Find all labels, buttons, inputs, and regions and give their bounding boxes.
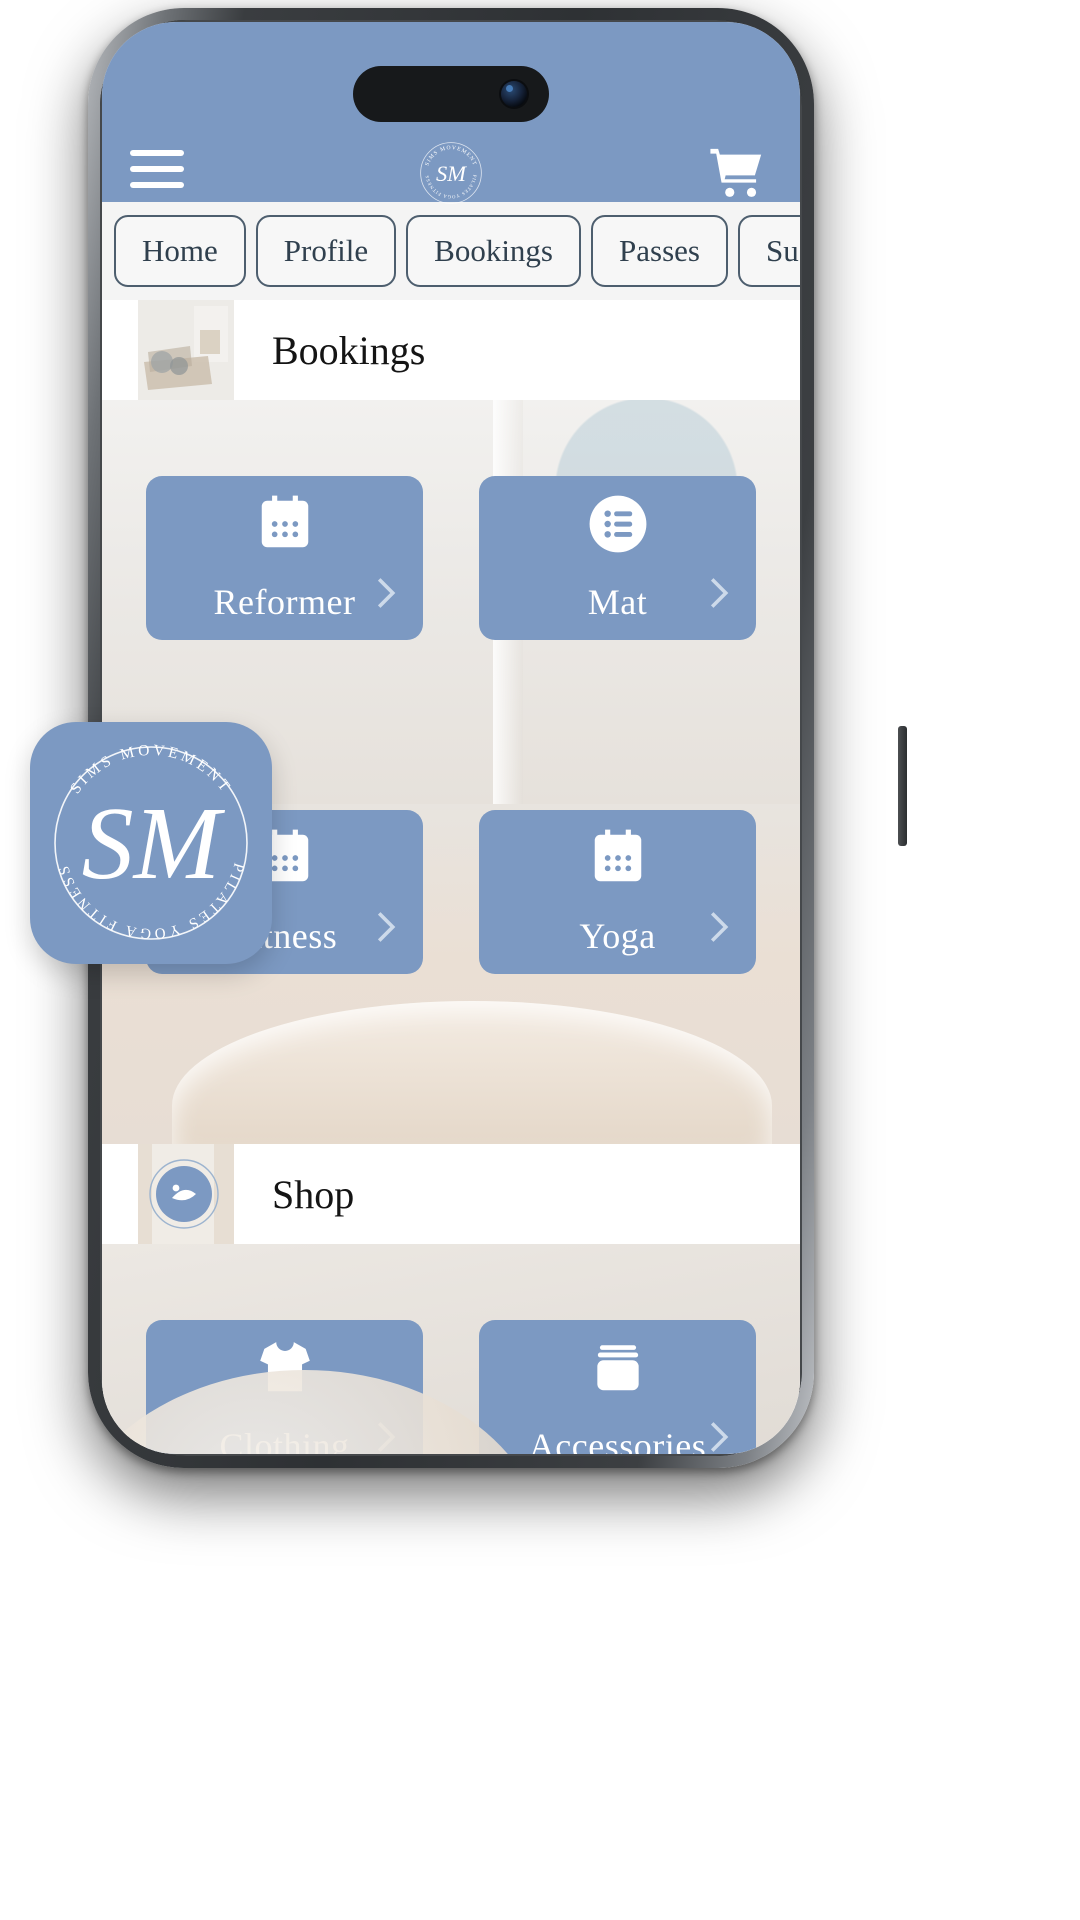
front-camera-icon	[501, 81, 527, 107]
tile-reformer[interactable]: Reformer	[146, 476, 423, 640]
tab-profile[interactable]: Profile	[255, 215, 397, 287]
tshirt-icon	[254, 1337, 316, 1399]
section-header-bookings: Bookings	[102, 300, 800, 400]
svg-text:SM: SM	[82, 786, 226, 901]
chevron-right-icon	[375, 576, 397, 610]
tile-label: Reformer	[213, 582, 356, 622]
sims-movement-logo-icon[interactable]: SIMS MOVEMENT PILATES YOGA FITNESS SM	[418, 140, 484, 206]
chevron-right-icon	[708, 910, 730, 944]
list-icon	[587, 493, 649, 555]
section-title-shop: Shop	[272, 1171, 355, 1217]
tile-label: Yoga	[579, 916, 656, 956]
chevron-right-icon	[375, 1420, 397, 1454]
dynamic-island	[353, 66, 549, 122]
tab-strip[interactable]: Home Profile Bookings Passes Su	[102, 202, 800, 300]
shopping-cart-icon[interactable]	[704, 144, 770, 202]
hamburger-icon[interactable]	[130, 150, 184, 188]
tile-label: Clothing	[219, 1426, 350, 1454]
bookings-section-thumbnail	[138, 300, 234, 400]
calendar-icon	[254, 493, 316, 555]
tab-bookings[interactable]: Bookings	[406, 215, 581, 287]
tile-label: Mat	[587, 582, 648, 622]
sims-movement-logo-badge: SIMS MOVEMENT PILATES YOGA FITNESS SM	[30, 722, 272, 964]
section-title-bookings: Bookings	[272, 327, 426, 373]
chevron-right-icon	[375, 910, 397, 944]
tile-mat[interactable]: Mat	[479, 476, 756, 640]
power-button[interactable]	[898, 726, 907, 846]
tab-passes[interactable]: Passes	[591, 215, 728, 287]
shop-section-thumbnail	[138, 1144, 234, 1244]
chevron-right-icon	[708, 1420, 730, 1454]
tile-yoga[interactable]: Yoga	[479, 810, 756, 974]
svg-text:SM: SM	[436, 161, 467, 186]
tile-accessories[interactable]: Accessories	[479, 1320, 756, 1454]
tab-home[interactable]: Home	[114, 215, 246, 287]
tile-label: Accessories	[528, 1426, 707, 1454]
tab-subscriptions[interactable]: Su	[737, 215, 800, 287]
box-icon	[587, 1337, 649, 1399]
calendar-icon	[587, 827, 649, 889]
tile-clothing[interactable]: Clothing	[146, 1320, 423, 1454]
shop-tiles-panel-1: Clothing Accessories	[102, 1244, 800, 1454]
chevron-right-icon	[708, 576, 730, 610]
section-header-shop: Shop	[102, 1144, 800, 1244]
